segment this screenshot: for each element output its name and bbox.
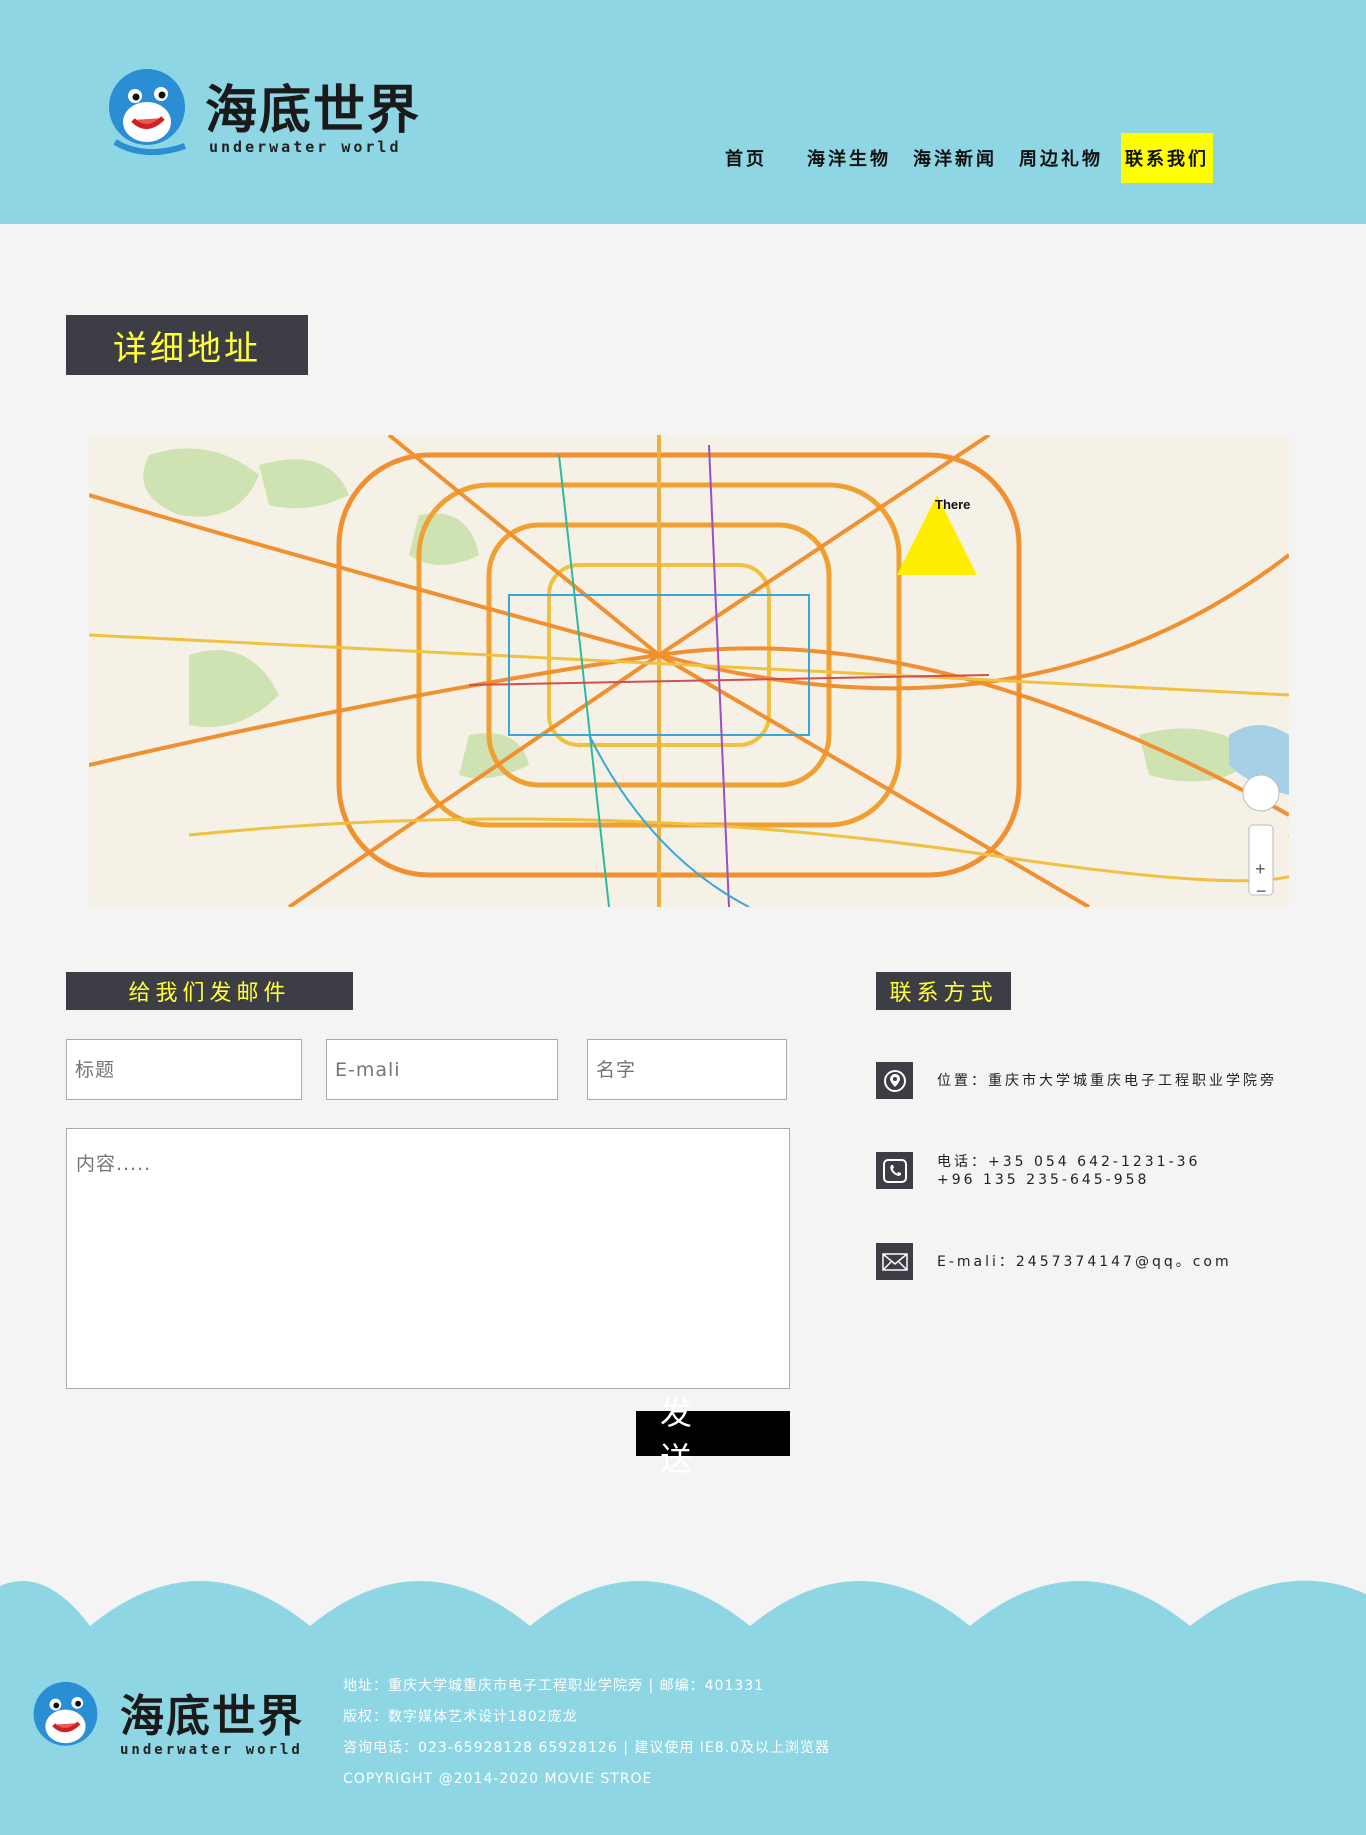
footer-info: 地址：重庆大学城重庆市电子工程职业学院旁 | 邮编：401331 版权：数字媒体… [343,1671,830,1795]
logo-subtitle: underwater world [209,138,402,156]
main-nav: 首页 海洋生物 海洋新闻 周边礼物 联系我们 [707,133,1213,183]
email-input[interactable] [326,1039,558,1100]
svg-text:−: − [1256,881,1267,901]
svg-text:+: + [1255,859,1266,879]
location-icon [876,1062,913,1099]
name-input[interactable] [587,1039,787,1100]
city-map[interactable]: + − There [89,435,1289,907]
nav-gifts[interactable]: 周边礼物 [1015,133,1107,183]
map-graphic: + − [89,435,1289,907]
footer-logo-subtitle: underwater world [120,1742,303,1758]
footer-logo-title: 海底世界 [120,1691,304,1742]
footer-logo[interactable]: 海底世界 underwater world [30,1676,320,1766]
contact-phone-row: 电话：+35 054 642-1231-36 +96 135 235-645-9… [876,1152,1200,1189]
mail-section-title: 给我们发邮件 [66,972,353,1010]
header: 海底世界 underwater world 首页 海洋生物 海洋新闻 周边礼物 … [0,0,1366,224]
footer-phone: 咨询电话：023-65928128 65928126 | 建议使用 IE8.0及… [343,1740,831,1756]
nav-marine-life[interactable]: 海洋生物 [803,133,895,183]
footer: 海底世界 underwater world 地址：重庆大学城重庆市电子工程职业学… [0,1576,1366,1835]
phone-line-1: 电话：+35 054 642-1231-36 [937,1153,1201,1170]
nav-ocean-news[interactable]: 海洋新闻 [909,133,1001,183]
contact-phone: 电话：+35 054 642-1231-36 +96 135 235-645-9… [937,1153,1200,1189]
address-section-title: 详细地址 [66,315,308,375]
send-button[interactable]: 发 送 [636,1394,790,1478]
nav-contact-us[interactable]: 联系我们 [1121,133,1213,183]
footer-copyright-owner: 版权：数字媒体艺术设计1802庞龙 [343,1709,578,1725]
contact-email[interactable]: E-mali：2457374147@qq。com [937,1253,1232,1271]
contact-address-row: 位置：重庆市大学城重庆电子工程职业学院旁 [876,1062,1277,1099]
nav-home[interactable]: 首页 [721,133,771,183]
phone-line-2: +96 135 235-645-958 [937,1171,1150,1188]
map-marker-label[interactable]: There [935,497,970,512]
site-logo[interactable]: 海底世界 underwater world [105,62,435,162]
phone-icon [876,1152,913,1189]
footer-copyright: COPYRIGHT @2014-2020 MOVIE STROE [343,1771,653,1787]
content-textarea[interactable] [66,1128,790,1389]
logo-title: 海底世界 [205,80,422,141]
contact-email-row: E-mali：2457374147@qq。com [876,1243,1232,1280]
contact-section-title: 联系方式 [876,972,1011,1010]
dolphin-icon [109,69,186,156]
footer-address: 地址：重庆大学城重庆市电子工程职业学院旁 | 邮编：401331 [343,1678,765,1694]
footer-dolphin-icon [33,1681,98,1746]
title-input[interactable] [66,1039,302,1100]
contact-address: 位置：重庆市大学城重庆电子工程职业学院旁 [937,1072,1277,1089]
envelope-icon [876,1243,913,1280]
